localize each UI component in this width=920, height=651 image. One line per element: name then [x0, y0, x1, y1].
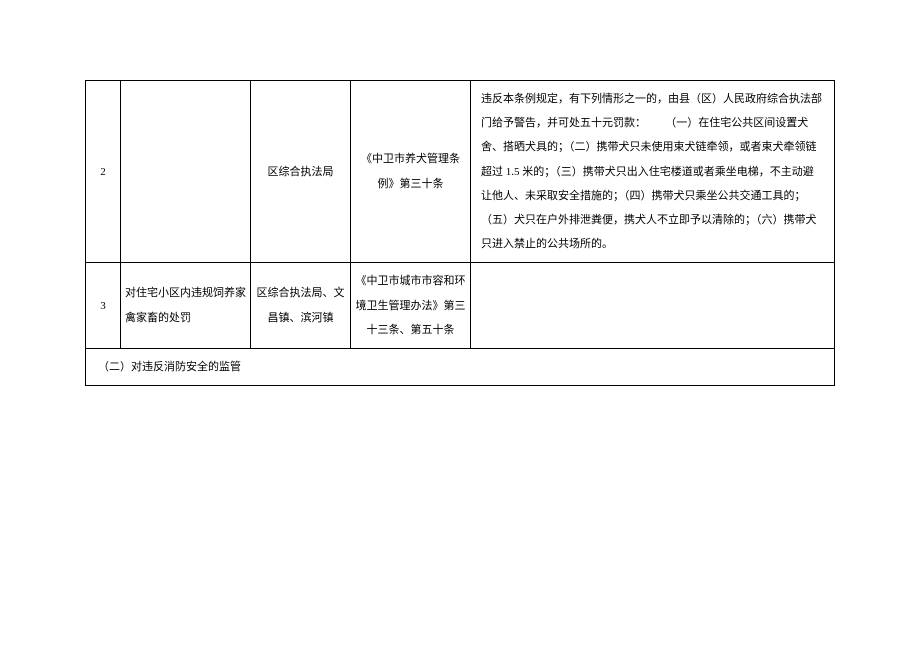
cell-department: 区综合执法局、文昌镇、滨河镇	[251, 263, 351, 349]
cell-number: 2	[86, 81, 121, 263]
cell-description	[471, 263, 835, 349]
cell-matter: 对住宅小区内违规饲养家禽家畜的处罚	[121, 263, 251, 349]
section-header-row: （二）对违反消防安全的监管	[86, 348, 835, 385]
cell-matter	[121, 81, 251, 263]
regulation-table: 2 区综合执法局 《中卫市养犬管理条例》第三十条 违反本条例规定，有下列情形之一…	[85, 80, 835, 386]
cell-basis: 《中卫市城市市容和环境卫生管理办法》第三十三条、第五十条	[351, 263, 471, 349]
cell-basis: 《中卫市养犬管理条例》第三十条	[351, 81, 471, 263]
section-title: （二）对违反消防安全的监管	[86, 348, 835, 385]
cell-number: 3	[86, 263, 121, 349]
cell-description: 违反本条例规定，有下列情形之一的，由县（区）人民政府综合执法部门给予警告，并可处…	[471, 81, 835, 263]
table-row: 3 对住宅小区内违规饲养家禽家畜的处罚 区综合执法局、文昌镇、滨河镇 《中卫市城…	[86, 263, 835, 349]
cell-department: 区综合执法局	[251, 81, 351, 263]
table-row: 2 区综合执法局 《中卫市养犬管理条例》第三十条 违反本条例规定，有下列情形之一…	[86, 81, 835, 263]
